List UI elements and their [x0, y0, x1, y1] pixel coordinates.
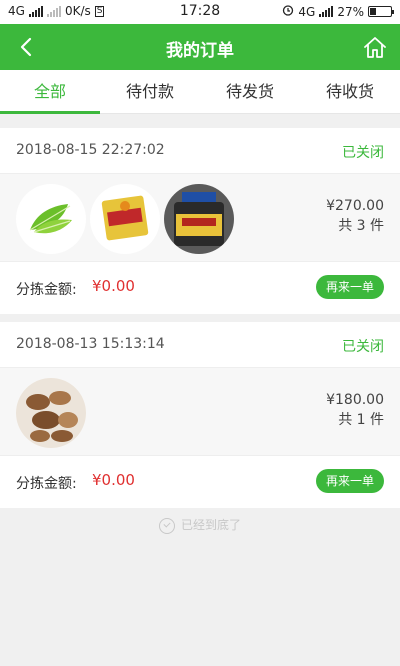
sort-amount-value: ¥0.00: [92, 277, 135, 295]
sort-amount-value: ¥0.00: [92, 471, 135, 489]
product-image-pickled-mustard[interactable]: [90, 184, 160, 254]
tab-pending-receipt[interactable]: 待收货: [300, 70, 400, 113]
battery-percent: 27%: [337, 4, 364, 19]
end-of-list-text: 已经到底了: [180, 518, 241, 532]
reorder-button[interactable]: 再来一单: [316, 469, 384, 493]
home-button[interactable]: [362, 34, 388, 60]
order-status: 已关闭: [342, 339, 384, 355]
page-title: 我的订单: [166, 41, 234, 61]
tab-pending-payment[interactable]: 待付款: [100, 70, 200, 113]
product-image-mushrooms[interactable]: [16, 378, 86, 448]
home-icon: [364, 37, 386, 58]
sort-amount-label: 分拣金额:: [16, 282, 77, 298]
order-date: 2018-08-13 15:13:14: [16, 336, 165, 352]
network-type-right: 4G: [298, 4, 316, 19]
status-bar: 4G 0K/s S 17:28 4G 27%: [0, 0, 400, 24]
order-date: 2018-08-15 22:27:02: [16, 142, 165, 158]
alarm-icon: [282, 4, 294, 19]
order-total: ¥270.00: [326, 198, 384, 214]
app-header: 我的订单: [0, 24, 400, 70]
end-of-list: 已经到底了: [0, 516, 400, 534]
order-item-count: 共 3 件: [338, 218, 384, 234]
product-image-sauce-jar[interactable]: [164, 184, 234, 254]
sort-amount-label: 分拣金额:: [16, 476, 77, 492]
check-circle-icon: [158, 517, 175, 534]
product-image-lettuce[interactable]: [16, 184, 86, 254]
order-tabs: 全部 待付款 待发货 待收货: [0, 70, 400, 114]
order-card[interactable]: 2018-08-13 15:13:14 已关闭 ¥180.00 共 1 件 分拣…: [0, 322, 400, 508]
reorder-button[interactable]: 再来一单: [316, 275, 384, 299]
battery-icon: [368, 6, 394, 17]
order-total: ¥180.00: [326, 392, 384, 408]
order-card[interactable]: 2018-08-15 22:27:02 已关闭 ¥270.00 共 3 件 分拣…: [0, 128, 400, 314]
signal-right-icon: [319, 6, 334, 17]
order-status: 已关闭: [342, 145, 384, 161]
tab-pending-shipment[interactable]: 待发货: [200, 70, 300, 113]
tab-all[interactable]: 全部: [0, 70, 100, 114]
order-item-count: 共 1 件: [338, 412, 384, 428]
